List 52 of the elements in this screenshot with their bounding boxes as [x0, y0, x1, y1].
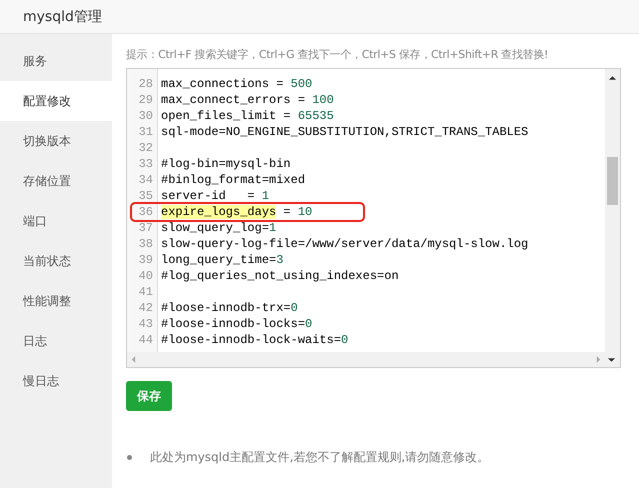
line-number: 40: [138, 268, 154, 284]
line-number: 37: [138, 220, 154, 236]
code-line: max_connect_errors = 100: [161, 93, 334, 107]
sidebar-item[interactable]: 配置修改: [0, 81, 112, 121]
line-number: 41: [138, 284, 154, 300]
code-line: #binlog_format=mixed: [161, 173, 306, 187]
sidebar-item[interactable]: 端口: [0, 201, 112, 241]
code-line: #loose-innodb-lock-waits=0: [161, 333, 348, 347]
line-number: 30: [138, 108, 154, 124]
sidebar-item[interactable]: 切换版本: [0, 121, 112, 161]
line-number: 31: [138, 124, 154, 140]
line-number: 43: [138, 316, 154, 332]
scroll-up-icon[interactable]: [608, 75, 617, 81]
horizontal-scrollbar[interactable]: [127, 352, 620, 367]
line-number: 38: [138, 236, 154, 252]
code-line: slow_query_log=1: [161, 221, 276, 235]
hint-text: 提示：Ctrl+F 搜索关键字，Ctrl+G 查找下一个，Ctrl+S 保存，Ctrl+Shift+R 查找替换!: [126, 47, 550, 62]
line-number: 39: [138, 252, 154, 268]
scrollbar-thumb[interactable]: [607, 157, 618, 205]
line-number: 29: [138, 92, 154, 108]
code-line: #log-bin=mysql-bin: [161, 157, 291, 171]
line-number: 35: [138, 188, 154, 204]
scroll-left-icon[interactable]: [131, 355, 136, 364]
line-number: 44: [138, 332, 154, 348]
code-line: #log_queries_not_using_indexes=on: [161, 269, 399, 283]
bullet-icon: [127, 455, 132, 460]
code-line: server-id = 1: [161, 189, 270, 203]
code-editor[interactable]: [126, 68, 621, 368]
line-number: 34: [138, 172, 154, 188]
code-line: sql-mode=NO_ENGINE_SUBSTITUTION,STRICT_TRANS_TABLES: [161, 125, 528, 139]
vertical-scrollbar[interactable]: [605, 69, 620, 352]
sidebar-item[interactable]: 日志: [0, 321, 112, 361]
sidebar-item[interactable]: 性能调整: [0, 281, 112, 321]
window-title: mysqld管理: [23, 8, 102, 26]
code-line: max_connections = 500: [161, 77, 312, 91]
scroll-down-icon[interactable]: [607, 356, 616, 362]
code-line: #loose-innodb-trx=0: [161, 301, 298, 315]
sidebar-item[interactable]: 当前状态: [0, 241, 112, 281]
line-number: 28: [138, 76, 154, 92]
line-number: 33: [138, 156, 154, 172]
note-text: 此处为mysqld主配置文件,若您不了解配置规则,请勿随意修改。: [150, 449, 490, 466]
sidebar-item[interactable]: 慢日志: [0, 361, 112, 401]
line-number: 42: [138, 300, 154, 316]
code-line: open_files_limit = 65535: [161, 109, 334, 123]
code-line: #loose-innodb-locks=0: [161, 317, 312, 331]
line-number: 36: [138, 204, 154, 220]
scroll-right-icon[interactable]: [596, 355, 601, 364]
code-line: long_query_time=3: [161, 253, 284, 267]
code-line: slow-query-log-file=/www/server/data/mysql-slow.log: [161, 237, 528, 251]
line-number: 32: [138, 140, 154, 156]
sidebar-item[interactable]: 存储位置: [0, 161, 112, 201]
sidebar-item[interactable]: 服务: [0, 41, 112, 81]
